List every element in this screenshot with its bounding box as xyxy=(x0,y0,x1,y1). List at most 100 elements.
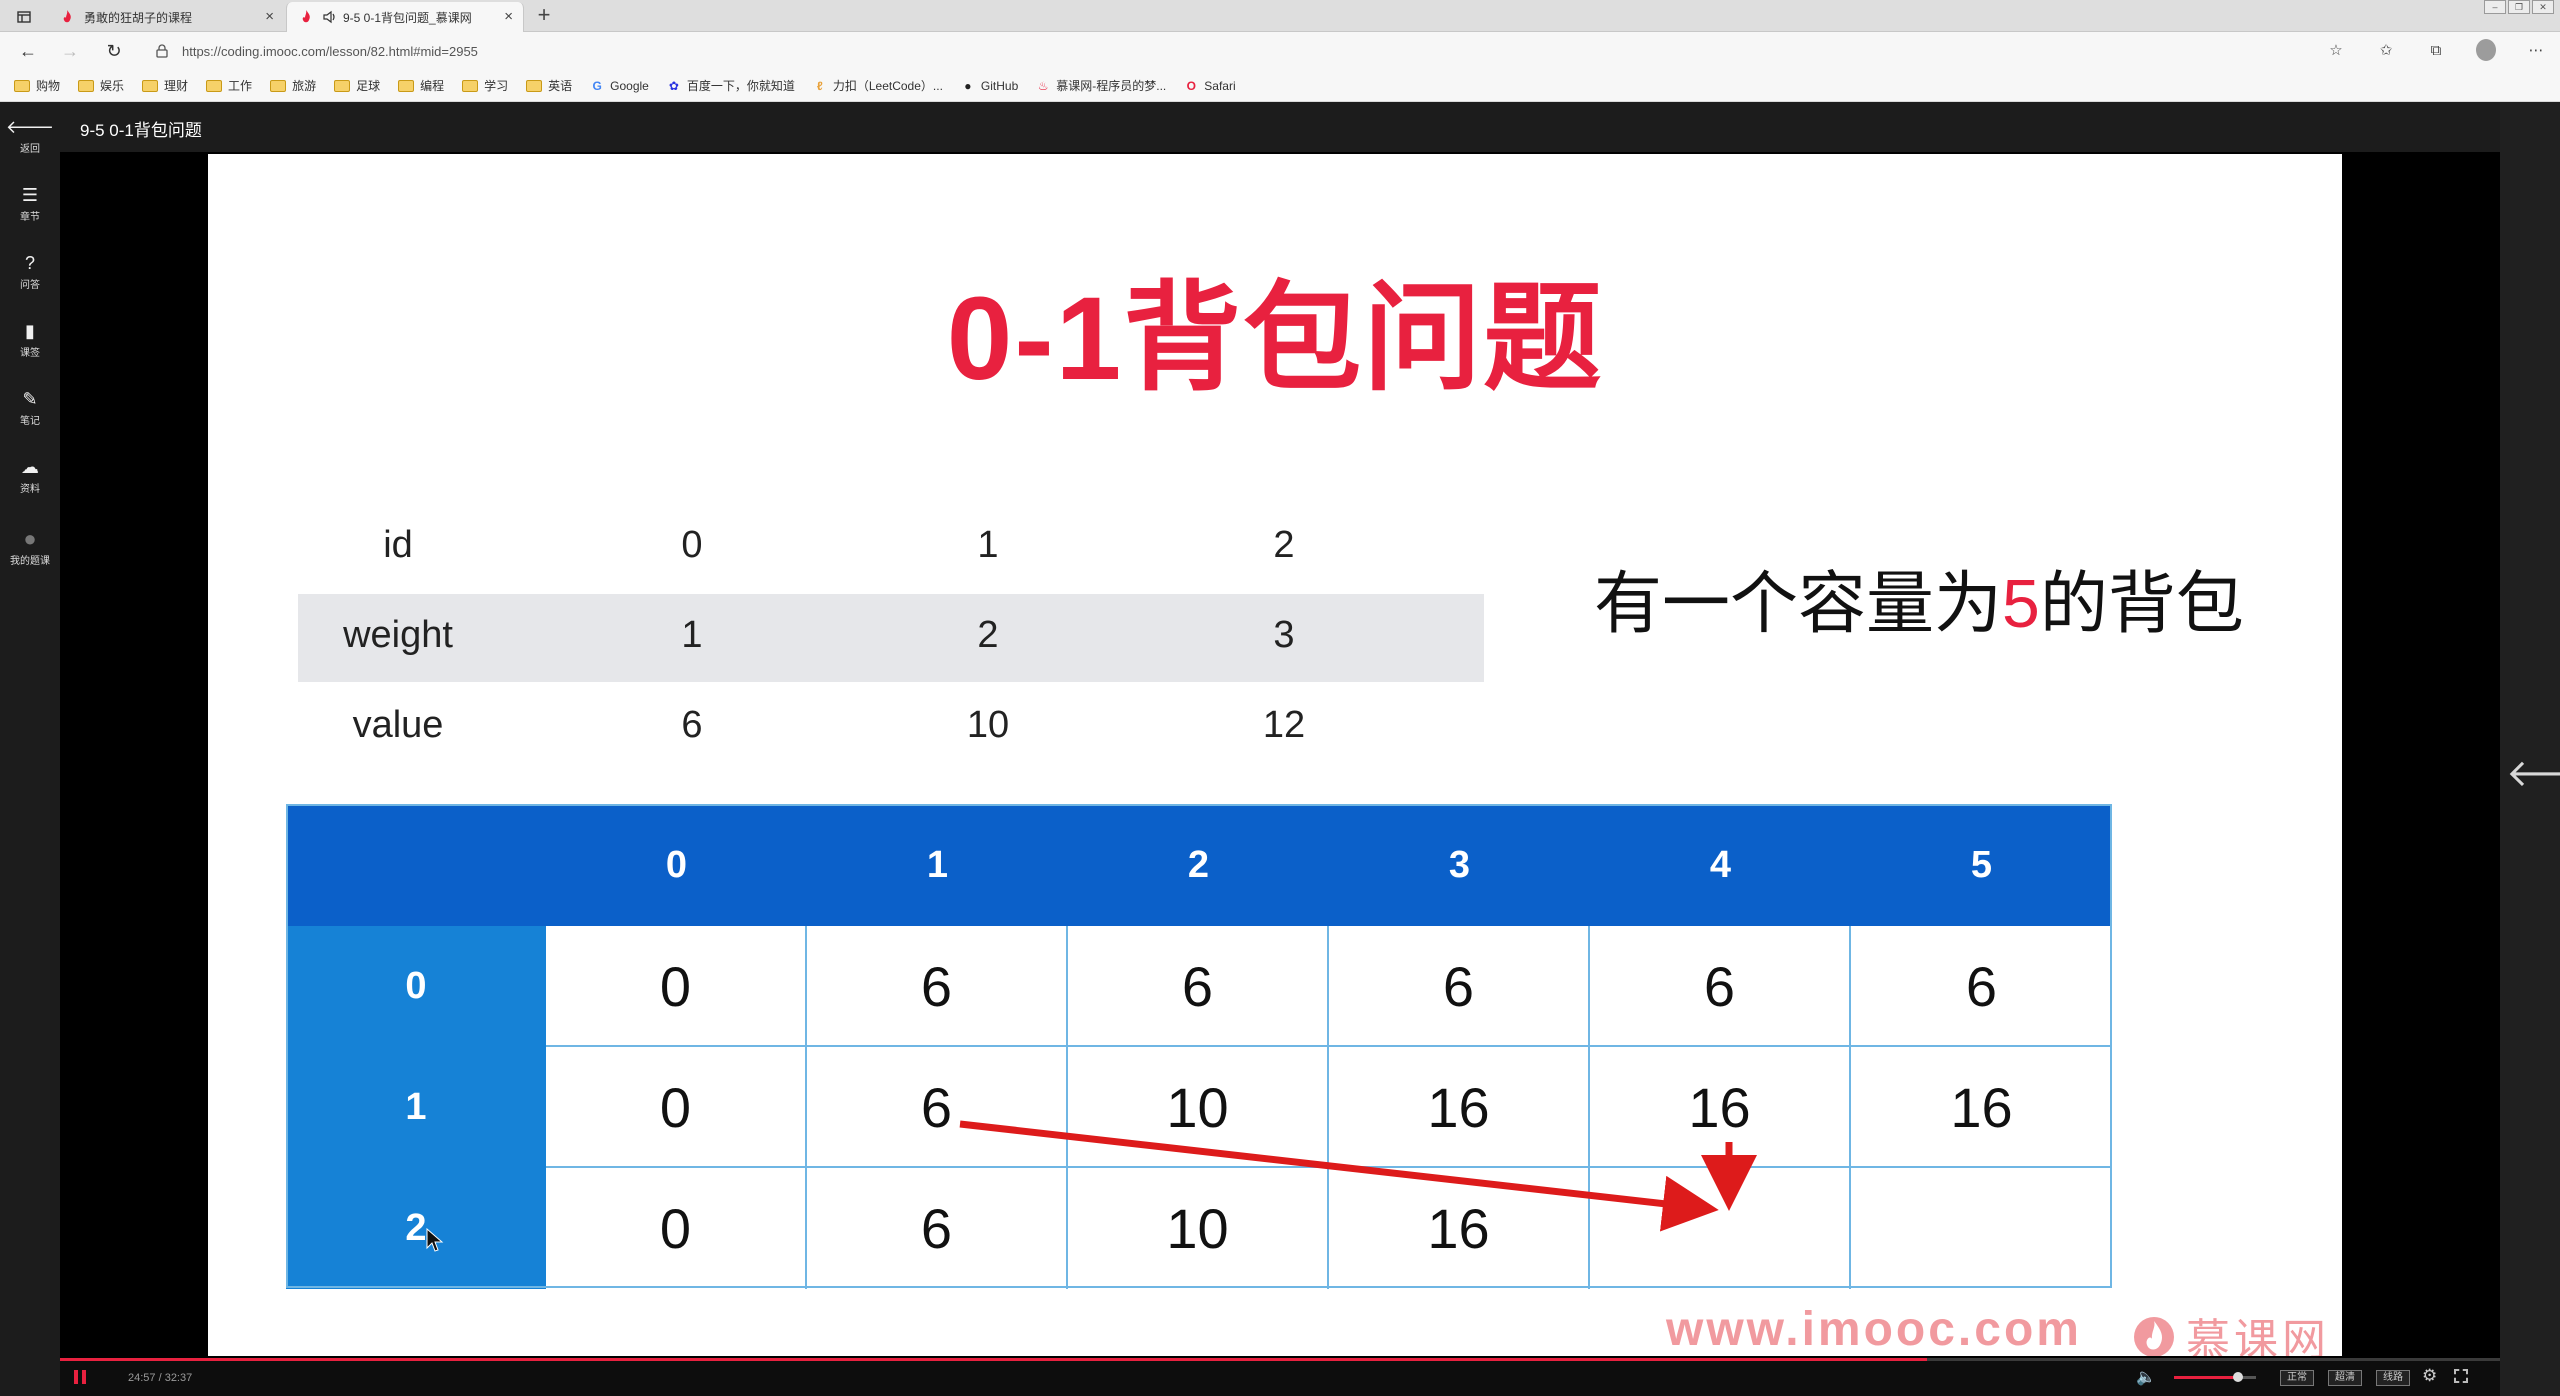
close-tab-icon[interactable]: × xyxy=(265,8,274,25)
sidebar-item-label: 笔记 xyxy=(20,416,40,427)
bookmark-opera[interactable]: O Safari xyxy=(1184,79,1236,93)
forward-icon[interactable]: → xyxy=(58,40,82,62)
capacity-value: 5 xyxy=(2002,566,2040,642)
sidebar-item-3[interactable]: ▮ 课签 xyxy=(0,320,60,360)
bookmark-imooc[interactable]: ♨ 慕课网-程序员的梦... xyxy=(1036,77,1166,94)
bookmark-folder[interactable]: 购物 xyxy=(14,77,60,94)
window-controls: – ❐ ✕ xyxy=(2484,0,2554,14)
imooc-favicon-icon xyxy=(63,10,71,23)
dp-col-header: 5 xyxy=(1970,844,1993,886)
bookmark-label: 慕课网-程序员的梦... xyxy=(1056,79,1167,93)
bookmark-label: 力扣（LeetCode）... xyxy=(832,79,943,93)
sidebar-item-label: 课签 xyxy=(20,348,40,359)
quality-normal-button[interactable]: 正常 xyxy=(2280,1370,2314,1386)
route-button[interactable]: 线路 xyxy=(2376,1370,2410,1386)
items-cell: 1 xyxy=(681,614,703,656)
quality-hd-button[interactable]: 超清 xyxy=(2328,1370,2362,1386)
dp-row-header: 0 xyxy=(286,926,546,1047)
bookmark-folder[interactable]: 娱乐 xyxy=(78,77,124,94)
new-tab-plus-icon[interactable]: + xyxy=(532,4,556,28)
bookmark-label: Google xyxy=(610,78,649,93)
minimize-icon[interactable]: – xyxy=(2484,0,2506,14)
dp-cell: 6 xyxy=(1590,926,1851,1047)
collections-icon[interactable]: ⧉ xyxy=(2426,40,2446,60)
bookmark-google[interactable]: G Google xyxy=(590,78,649,93)
mouse-cursor-icon xyxy=(426,1228,444,1252)
bookmark-folder[interactable]: 旅游 xyxy=(270,77,316,94)
bookmark-github[interactable]: ● GitHub xyxy=(961,79,1018,93)
add-favorite-star-icon[interactable]: ☆ xyxy=(2326,40,2346,60)
lock-icon xyxy=(156,44,168,58)
expand-panel-arrow-icon[interactable]: 🡐 xyxy=(2506,754,2560,794)
browser-tab-bar: 勇敢的狂胡子的课程 × 9-5 0-1背包问题_慕课网 × + – ❐ ✕ xyxy=(0,0,2560,32)
bookmark-folder[interactable]: 编程 xyxy=(398,77,444,94)
volume-icon[interactable]: 🔈 xyxy=(2136,1367,2156,1387)
google-icon: G xyxy=(592,78,602,93)
dp-cell: 0 xyxy=(546,1168,807,1289)
bookmark-folder[interactable]: 理财 xyxy=(142,77,188,94)
items-cell: 10 xyxy=(966,704,1010,746)
more-menu-icon[interactable]: ⋯ xyxy=(2526,40,2546,60)
right-panel-strip xyxy=(2500,102,2560,1396)
dp-cell: 0 xyxy=(546,926,807,1047)
bookmark-label: 旅游 xyxy=(292,79,317,93)
folder-icon xyxy=(398,79,415,92)
folder-icon xyxy=(206,79,223,92)
back-arrow-icon: 🡐 xyxy=(5,116,55,137)
profile-icon[interactable] xyxy=(2476,39,2496,61)
bookmark-label: 英语 xyxy=(548,79,573,93)
bookmark-label: 足球 xyxy=(356,79,381,93)
pause-icon[interactable] xyxy=(74,1370,90,1386)
cloud-download-icon: ☁ xyxy=(21,456,39,477)
dp-table: 012345 0 0 6 6 6 6 6 1 0 6 10 16 16 16 2 0 6 10 16 xyxy=(286,804,2112,1289)
leetcode-icon: ℓ xyxy=(816,78,823,93)
reload-icon[interactable]: ↻ xyxy=(102,40,126,62)
sidebar-item-label: 资料 xyxy=(20,484,40,495)
bookmark-leetcode[interactable]: ℓ 力扣（LeetCode）... xyxy=(813,77,943,94)
progress-bar[interactable] xyxy=(60,1358,2500,1361)
dp-cell: 6 xyxy=(1329,926,1590,1047)
browser-tab-lesson[interactable]: 9-5 0-1背包问题_慕课网 × xyxy=(286,2,524,32)
favorites-icon[interactable]: ✩ xyxy=(2376,40,2396,60)
dp-cell: 16 xyxy=(1329,1047,1590,1168)
bookmark-baidu[interactable]: ✿ 百度一下，你就知道 xyxy=(667,77,795,94)
folder-icon xyxy=(142,79,159,92)
bookmark-folder[interactable]: 工作 xyxy=(206,77,252,94)
bookmark-label: 学习 xyxy=(484,79,509,93)
lesson-header: 9-5 0-1背包问题 xyxy=(60,102,2500,152)
sidebar-item-0[interactable]: 🡐 返回 xyxy=(0,116,60,156)
back-icon[interactable]: ← xyxy=(16,40,40,62)
items-cell: 1 xyxy=(977,524,999,566)
volume-slider[interactable] xyxy=(2174,1372,2256,1382)
address-input[interactable]: https://coding.imooc.com/lesson/82.html#… xyxy=(148,38,2360,64)
sidebar-item-2[interactable]: ? 问答 xyxy=(0,252,60,292)
settings-gear-icon[interactable]: ⚙ xyxy=(2422,1366,2437,1386)
restore-icon[interactable]: ❐ xyxy=(2508,0,2530,14)
sidebar-item-label: 返回 xyxy=(20,144,40,155)
dp-col-header: 1 xyxy=(926,844,949,886)
tab-actions-icon[interactable] xyxy=(10,6,38,28)
fullscreen-icon[interactable] xyxy=(2454,1369,2468,1383)
close-tab-icon[interactable]: × xyxy=(504,8,513,25)
sidebar-item-4[interactable]: ✎ 笔记 xyxy=(0,388,60,428)
bookmark-folder[interactable]: 学习 xyxy=(462,77,508,94)
imooc-flame-icon xyxy=(2134,1317,2174,1356)
bookmark-folder[interactable]: 足球 xyxy=(334,77,380,94)
browser-tab-courses[interactable]: 勇敢的狂胡子的课程 × xyxy=(48,2,284,32)
speaker-icon[interactable] xyxy=(323,10,337,24)
items-table-header-row: id 0 1 2 xyxy=(298,504,1484,592)
folder-icon xyxy=(334,79,351,92)
dp-col-header: 4 xyxy=(1709,844,1732,886)
sidebar-item-label: 问答 xyxy=(20,280,40,291)
sidebar-item-1[interactable]: ☰ 章节 xyxy=(0,184,60,224)
volume-knob[interactable] xyxy=(2232,1372,2243,1382)
sidebar-item-5[interactable]: ☁ 资料 xyxy=(0,456,60,496)
items-row-label: value xyxy=(352,704,444,746)
items-table-weight-row: weight 1 2 3 xyxy=(298,594,1484,682)
github-icon: ● xyxy=(964,78,972,93)
sidebar-item-6[interactable]: ● 我的题课 xyxy=(0,526,60,567)
bookmark-folder[interactable]: 英语 xyxy=(526,77,572,94)
dp-cell: 10 xyxy=(1068,1047,1329,1168)
window-close-icon[interactable]: ✕ xyxy=(2532,0,2554,14)
lecture-slide: 0-1背包问题 id 0 1 2 weight 1 2 3 value 6 10… xyxy=(208,154,2342,1356)
